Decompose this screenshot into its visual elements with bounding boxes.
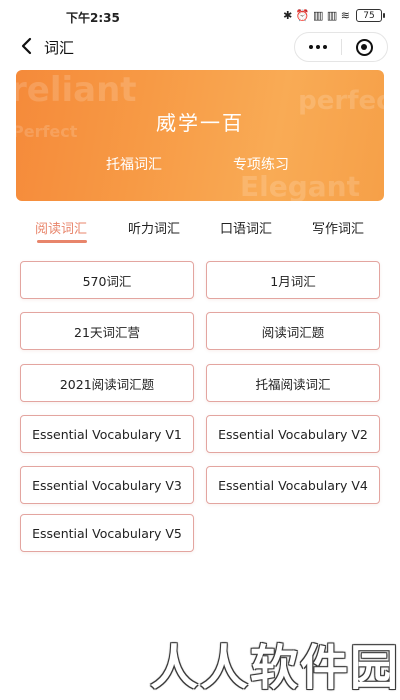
nav-bar: 词汇 [0, 30, 400, 64]
word-list-item[interactable]: 21天词汇营 [20, 312, 194, 350]
banner-bg-word: reliant [16, 70, 137, 110]
status-bar: 下午2:35 ✱ ⏰ ▥ ▥ ≋ 75 [0, 0, 400, 32]
chevron-left-icon [21, 37, 32, 55]
word-list-item[interactable]: Essential Vocabulary V1 [20, 415, 194, 453]
banner-bg-word: Elegant [240, 170, 360, 201]
toefl-vocab-link[interactable]: 托福词汇 [106, 154, 162, 174]
word-list-item[interactable]: Essential Vocabulary V3 [20, 466, 194, 504]
target-ring-icon [355, 38, 373, 56]
status-icons: ✱ ⏰ ▥ ▥ ≋ 75 [283, 9, 385, 22]
more-dots-icon [309, 45, 313, 49]
tab-reading[interactable]: 阅读词汇 [35, 218, 87, 237]
word-list-item[interactable]: Essential Vocabulary V4 [206, 466, 380, 504]
word-list-item[interactable]: 2021阅读词汇题 [20, 364, 194, 402]
watermark: 人人软件园 [150, 640, 400, 696]
status-time: 下午2:35 [66, 11, 120, 25]
word-list-item[interactable]: Essential Vocabulary V2 [206, 415, 380, 453]
close-mini-program-button[interactable] [342, 33, 387, 61]
more-button[interactable] [295, 33, 341, 61]
page-title: 词汇 [44, 39, 75, 57]
vocab-tabs: 阅读词汇 听力词汇 口语词汇 写作词汇 [0, 218, 400, 248]
word-list-item[interactable]: 托福阅读词汇 [206, 364, 380, 402]
mini-program-capsule [294, 32, 388, 62]
word-list-item[interactable]: 570词汇 [20, 261, 194, 299]
tab-listening[interactable]: 听力词汇 [128, 218, 180, 237]
status-indicator-icons: ✱ ⏰ ▥ ▥ ≋ [283, 9, 350, 22]
word-list-item[interactable]: 1月词汇 [206, 261, 380, 299]
battery-icon: 75 [356, 9, 385, 22]
back-button[interactable] [14, 34, 38, 58]
active-tab-indicator [37, 240, 87, 243]
banner-title: 威学一百 [156, 111, 244, 135]
banner: reliant perfect Perfect Elegant 威学一百 托福词… [16, 70, 384, 201]
special-practice-link[interactable]: 专项练习 [233, 154, 289, 174]
word-list-item[interactable]: 阅读词汇题 [206, 312, 380, 350]
tab-speaking[interactable]: 口语词汇 [220, 218, 272, 237]
word-list-item[interactable]: Essential Vocabulary V5 [20, 514, 194, 552]
tab-writing[interactable]: 写作词汇 [312, 218, 364, 237]
